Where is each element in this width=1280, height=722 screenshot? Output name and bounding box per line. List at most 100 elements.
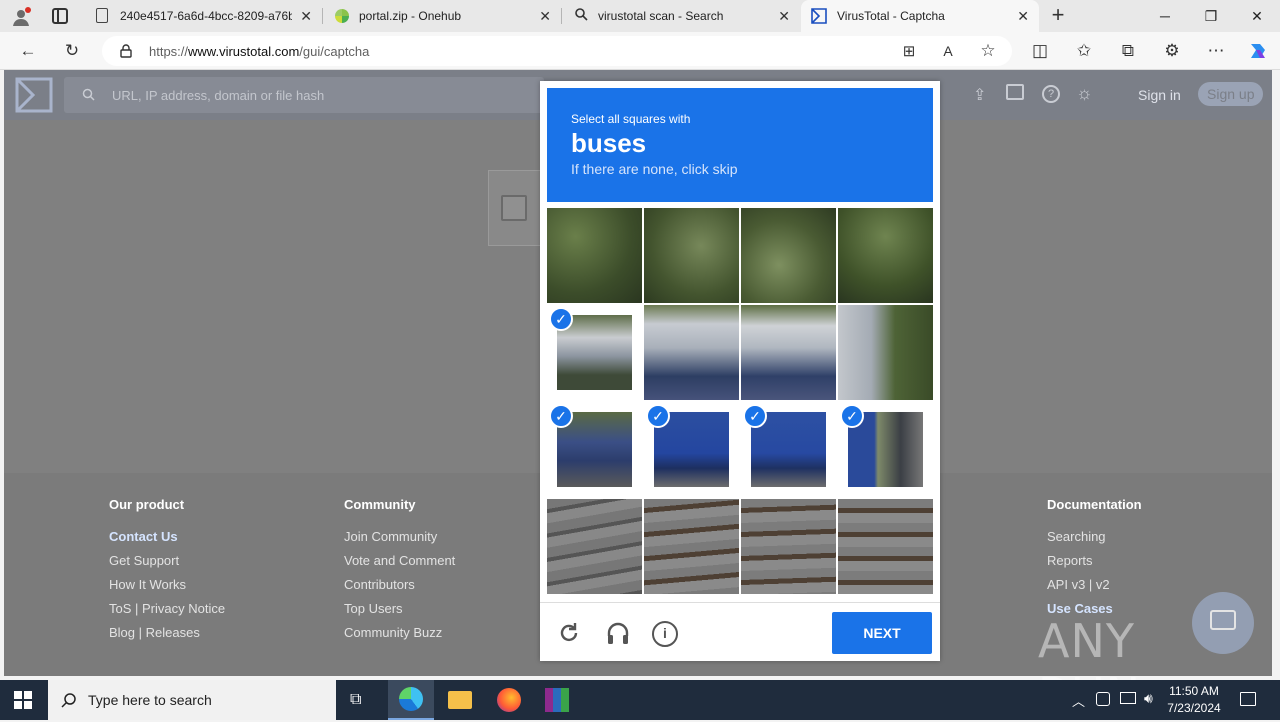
info-icon[interactable]: i bbox=[652, 621, 678, 647]
audio-challenge-icon[interactable] bbox=[605, 620, 631, 646]
task-view-icon[interactable]: ⧉ bbox=[350, 691, 361, 709]
checkmark-icon: ✓ bbox=[840, 404, 864, 428]
clock[interactable]: 11:50 AM 7/23/2024 bbox=[1164, 683, 1224, 717]
notifications-icon[interactable] bbox=[1006, 84, 1024, 100]
collections-icon[interactable]: ⧉ bbox=[1116, 39, 1140, 63]
tray-app-icon[interactable] bbox=[1096, 692, 1110, 706]
tab-onehub[interactable]: portal.zip - Onehub ✕ bbox=[323, 0, 561, 32]
captcha-hint: If there are none, click skip bbox=[571, 161, 738, 177]
refresh-icon[interactable]: ↻ bbox=[60, 39, 84, 63]
apps-icon[interactable]: ⊞ bbox=[897, 39, 921, 63]
captcha-tile[interactable] bbox=[838, 208, 933, 303]
taskbar-search-box[interactable]: Type here to search bbox=[48, 680, 336, 720]
help-icon[interactable]: ? bbox=[1042, 85, 1060, 103]
captcha-tile-selected[interactable]: ✓ bbox=[741, 402, 836, 497]
captcha-tile[interactable] bbox=[644, 499, 739, 594]
minimize-button[interactable]: ─ bbox=[1142, 0, 1188, 32]
footer-link[interactable]: Blog | Releases bbox=[109, 625, 225, 649]
restore-button[interactable]: ❐ bbox=[1188, 0, 1234, 32]
url-path: /gui/captcha bbox=[299, 44, 370, 59]
close-icon[interactable]: ✕ bbox=[300, 8, 312, 25]
winrar-icon[interactable] bbox=[545, 688, 569, 712]
tray-chevron-icon[interactable]: ︿ bbox=[1072, 691, 1085, 710]
back-icon[interactable]: ← bbox=[16, 39, 40, 63]
network-icon[interactable] bbox=[1120, 692, 1136, 704]
footer-link[interactable]: Contact Us bbox=[109, 529, 225, 553]
captcha-tile[interactable] bbox=[547, 208, 642, 303]
captcha-tile[interactable] bbox=[838, 305, 933, 400]
notification-center-icon[interactable] bbox=[1240, 692, 1256, 706]
upload-icon[interactable]: ⇪ bbox=[973, 85, 986, 105]
profile-icon[interactable] bbox=[10, 6, 32, 28]
captcha-tile[interactable] bbox=[644, 208, 739, 303]
captcha-tile[interactable] bbox=[741, 305, 836, 400]
footer-link[interactable]: Join Community bbox=[344, 529, 455, 553]
captcha-tile[interactable] bbox=[547, 499, 642, 594]
captcha-tile[interactable] bbox=[741, 208, 836, 303]
firefox-icon[interactable] bbox=[497, 688, 521, 712]
favorite-star-icon[interactable]: ☆ bbox=[976, 39, 1000, 63]
footer-link[interactable]: How It Works bbox=[109, 577, 225, 601]
taskbar-search-placeholder: Type here to search bbox=[88, 692, 212, 708]
split-screen-icon[interactable]: ◫ bbox=[1028, 39, 1052, 63]
close-window-button[interactable]: ✕ bbox=[1234, 0, 1280, 32]
captcha-tile[interactable] bbox=[838, 499, 933, 594]
volume-icon[interactable]: 🔊︎ bbox=[1144, 690, 1153, 707]
checkmark-icon: ✓ bbox=[549, 307, 573, 331]
tab-file[interactable]: 240e4517-6a6d-4bcc-8209-a76bb ✕ bbox=[84, 0, 322, 32]
captcha-tile-selected[interactable]: ✓ bbox=[644, 402, 739, 497]
footer-link[interactable]: API v3 | v2 bbox=[1047, 577, 1142, 601]
clock-time: 11:50 AM bbox=[1169, 684, 1219, 698]
tab-strip: 240e4517-6a6d-4bcc-8209-a76bb ✕ portal.z… bbox=[0, 0, 1280, 32]
search-icon bbox=[61, 692, 77, 713]
footer-link[interactable]: Top Users bbox=[344, 601, 455, 625]
tab-label: virustotal scan - Search bbox=[598, 9, 724, 23]
close-icon[interactable]: ✕ bbox=[1017, 8, 1029, 25]
close-icon[interactable]: ✕ bbox=[539, 8, 551, 25]
more-menu-icon[interactable]: ⋯ bbox=[1204, 39, 1228, 63]
recaptcha-checkbox[interactable] bbox=[501, 195, 527, 221]
footer-link[interactable]: Vote and Comment bbox=[344, 553, 455, 577]
vt-search-bar[interactable]: URL, IP address, domain or file hash bbox=[64, 77, 544, 113]
tab-search[interactable]: virustotal scan - Search ✕ bbox=[562, 0, 800, 32]
checkmark-icon: ✓ bbox=[549, 404, 573, 428]
reload-icon[interactable] bbox=[557, 621, 581, 645]
captcha-tile[interactable] bbox=[644, 305, 739, 400]
captcha-tile-selected[interactable]: ✓ bbox=[547, 402, 642, 497]
copilot-icon[interactable] bbox=[1246, 39, 1270, 63]
url-prefix: https:// bbox=[149, 44, 189, 59]
new-tab-button[interactable]: + bbox=[1046, 4, 1070, 28]
captcha-tile-selected[interactable]: ✓ bbox=[547, 305, 642, 400]
theme-toggle-icon[interactable]: ☼ bbox=[1076, 83, 1093, 104]
captcha-tile-selected[interactable]: ✓ bbox=[838, 402, 933, 497]
favorites-icon[interactable]: ✩ bbox=[1072, 39, 1096, 63]
virustotal-logo-icon[interactable] bbox=[15, 77, 53, 118]
sign-in-link[interactable]: Sign in bbox=[1138, 87, 1181, 103]
captcha-footer: i NEXT bbox=[540, 602, 940, 661]
footer-link[interactable]: Contributors bbox=[344, 577, 455, 601]
edge-taskbar-icon[interactable] bbox=[388, 680, 434, 720]
browser-toolbar: ← ↻ https://www.virustotal.com/gui/captc… bbox=[0, 32, 1280, 70]
extensions-icon[interactable]: ⚙ bbox=[1160, 39, 1184, 63]
footer-link[interactable]: Get Support bbox=[109, 553, 225, 577]
footer-link[interactable]: Reports bbox=[1047, 553, 1142, 577]
search-icon bbox=[82, 88, 95, 106]
address-bar[interactable]: https://www.virustotal.com/gui/captcha ⊞… bbox=[102, 36, 1012, 66]
footer-link[interactable]: Searching bbox=[1047, 529, 1142, 553]
windows-start-icon[interactable] bbox=[14, 691, 32, 714]
tab-actions-icon[interactable] bbox=[52, 8, 68, 24]
next-button[interactable]: NEXT bbox=[832, 612, 932, 654]
close-icon[interactable]: ✕ bbox=[778, 8, 790, 25]
footer-link[interactable]: ToS | Privacy Notice bbox=[109, 601, 225, 625]
sign-up-button[interactable]: Sign up bbox=[1198, 82, 1264, 106]
vt-search-placeholder: URL, IP address, domain or file hash bbox=[112, 88, 325, 103]
read-aloud-icon[interactable]: A bbox=[936, 39, 960, 63]
captcha-challenge: Select all squares with buses If there a… bbox=[540, 81, 940, 661]
tab-virustotal[interactable]: VirusTotal - Captcha ✕ bbox=[801, 0, 1039, 32]
footer-link[interactable]: Community Buzz bbox=[344, 625, 455, 649]
lock-icon bbox=[120, 44, 132, 63]
file-explorer-icon[interactable] bbox=[448, 691, 472, 709]
captcha-tile[interactable] bbox=[741, 499, 836, 594]
footer-community: Community Join Community Vote and Commen… bbox=[344, 497, 455, 649]
recaptcha-anchor bbox=[488, 170, 544, 246]
